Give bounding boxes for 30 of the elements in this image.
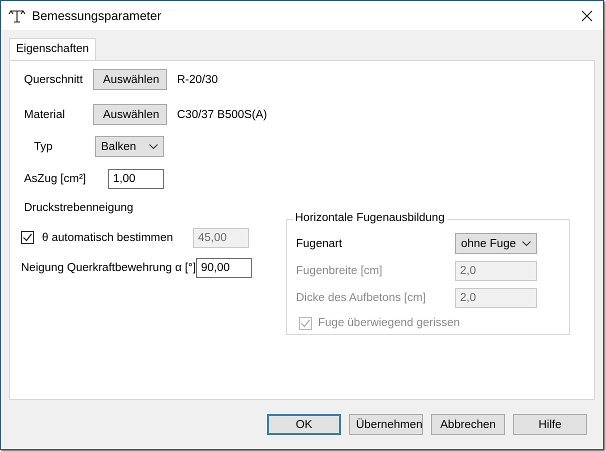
dialog-button[interactable]: OK: [267, 414, 341, 435]
checkbox-label: Fuge überwiegend gerissen: [318, 317, 460, 329]
field-label: Querschnitt: [24, 74, 84, 86]
group-title: Horizontale Fugenausbildung: [293, 212, 447, 224]
input-field[interactable]: 90,00: [196, 258, 252, 278]
input-field[interactable]: 1,00: [108, 168, 164, 188]
dropdown[interactable]: Balken: [95, 136, 164, 157]
window-title: Bemessungsparameter: [32, 8, 162, 22]
dialog-button[interactable]: Abbrechen: [431, 414, 505, 435]
chevron-icon: [149, 144, 158, 149]
field-label: AsZug [cm²]: [24, 172, 87, 184]
field-value: C30/37 B500S(A): [177, 108, 268, 120]
scale-icon: [8, 8, 26, 22]
field-label: Dicke des Aufbetons [cm]: [296, 292, 427, 304]
chevron-icon: [522, 241, 531, 246]
field-value: R-20/30: [177, 74, 218, 86]
field-label: Material: [24, 108, 66, 120]
dialog-button[interactable]: Übernehmen: [349, 414, 423, 435]
field-label: Fugenbreite [cm]: [296, 264, 384, 276]
tab[interactable]: Eigenschaften: [9, 38, 96, 60]
field-label: Typ: [34, 140, 54, 152]
close-button[interactable]: [579, 8, 595, 24]
field-label: Fugenart: [296, 238, 344, 250]
field-label: Neigung Querkraftbewehrung α [°]: [21, 262, 196, 274]
dialog-button[interactable]: Hilfe: [513, 414, 587, 435]
select-button[interactable]: Auswählen: [93, 104, 167, 125]
checkbox-label: θ automatisch bestimmen: [42, 232, 174, 244]
dropdown[interactable]: ohne Fuge: [455, 233, 537, 254]
select-button[interactable]: Auswählen: [93, 69, 167, 90]
section-heading: Druckstrebenneigung: [24, 202, 134, 214]
